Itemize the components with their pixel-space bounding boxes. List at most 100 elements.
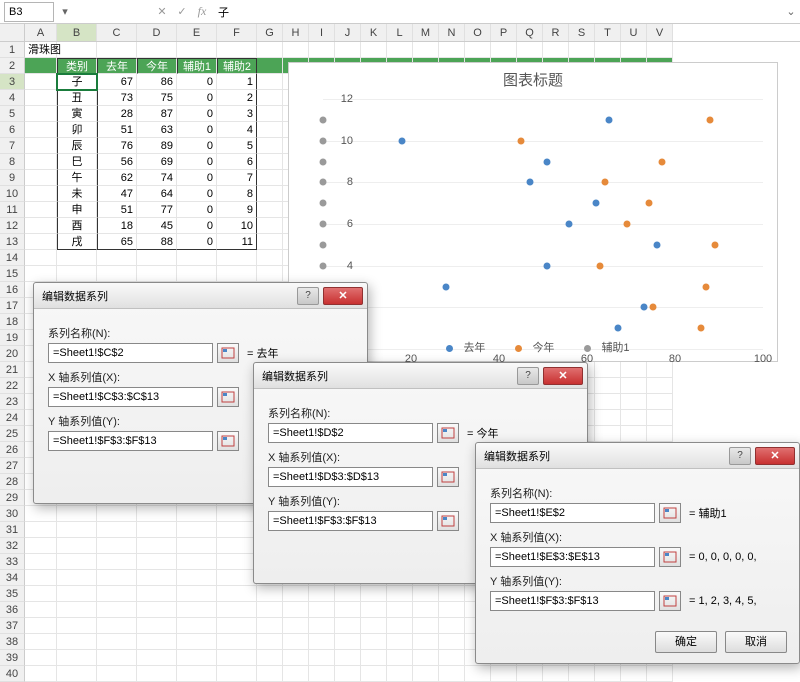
cell[interactable] [647,394,673,410]
series-name-input[interactable]: =Sheet1!$C$2 [48,343,213,363]
col-header-C[interactable]: C [97,24,137,41]
row-header-21[interactable]: 21 [0,362,25,378]
cell[interactable] [25,106,57,122]
cell[interactable] [413,42,439,58]
row-header-37[interactable]: 37 [0,618,25,634]
cell[interactable] [257,234,283,250]
cell[interactable] [257,90,283,106]
cell[interactable]: 1 [217,74,257,90]
cell[interactable] [257,202,283,218]
cell[interactable] [283,650,309,666]
cell[interactable] [177,554,217,570]
x-values-input[interactable]: =Sheet1!$E$3:$E$13 [490,547,655,567]
row-header-36[interactable]: 36 [0,602,25,618]
cell[interactable] [57,538,97,554]
row-header-5[interactable]: 5 [0,106,25,122]
cell[interactable] [217,650,257,666]
cell[interactable] [177,266,217,282]
cell[interactable]: 88 [137,234,177,250]
cell[interactable]: 0 [177,106,217,122]
cell[interactable] [543,666,569,682]
cell[interactable] [621,426,647,442]
cell[interactable]: 未 [57,186,97,202]
cell[interactable]: 5 [217,138,257,154]
cell[interactable] [217,506,257,522]
cell[interactable] [647,410,673,426]
row-header-4[interactable]: 4 [0,90,25,106]
y-values-input[interactable]: =Sheet1!$F$3:$F$13 [268,511,433,531]
cell[interactable] [335,586,361,602]
row-header-6[interactable]: 6 [0,122,25,138]
cell[interactable]: 87 [137,106,177,122]
x-values-input[interactable]: =Sheet1!$C$3:$C$13 [48,387,213,407]
cell[interactable] [595,426,621,442]
cell[interactable] [361,618,387,634]
cell[interactable] [413,650,439,666]
cell[interactable] [137,266,177,282]
row-header-35[interactable]: 35 [0,586,25,602]
cell[interactable] [97,666,137,682]
cell[interactable] [217,42,257,58]
cell[interactable]: 0 [177,154,217,170]
cell[interactable] [25,618,57,634]
cell[interactable] [309,586,335,602]
cell[interactable] [465,42,491,58]
cell[interactable] [97,538,137,554]
cell[interactable] [335,650,361,666]
cell[interactable] [257,74,283,90]
cell[interactable] [57,586,97,602]
cell[interactable] [25,522,57,538]
cell[interactable] [217,554,257,570]
row-header-8[interactable]: 8 [0,154,25,170]
row-header-10[interactable]: 10 [0,186,25,202]
cell[interactable]: 类别 [57,58,97,74]
cell[interactable] [257,42,283,58]
cell[interactable] [57,250,97,266]
cell[interactable] [57,618,97,634]
cell[interactable]: 51 [97,202,137,218]
cell[interactable] [177,570,217,586]
row-header-18[interactable]: 18 [0,314,25,330]
cell[interactable] [491,42,517,58]
name-box-dropdown[interactable]: ▾ [58,5,72,18]
cell[interactable] [137,538,177,554]
cell[interactable] [177,650,217,666]
cell[interactable]: 0 [177,218,217,234]
cell[interactable] [621,410,647,426]
cell[interactable] [361,586,387,602]
cell[interactable] [413,634,439,650]
cell[interactable] [413,586,439,602]
col-header-B[interactable]: B [57,24,97,41]
cell[interactable] [25,90,57,106]
cell[interactable]: 丑 [57,90,97,106]
cell[interactable] [137,42,177,58]
cell[interactable]: 8 [217,186,257,202]
cell[interactable] [595,362,621,378]
col-header-L[interactable]: L [387,24,413,41]
row-header-16[interactable]: 16 [0,282,25,298]
cell[interactable] [217,522,257,538]
cell[interactable] [257,618,283,634]
cell[interactable]: 午 [57,170,97,186]
cell[interactable]: 56 [97,154,137,170]
cell[interactable] [217,634,257,650]
col-header-Q[interactable]: Q [517,24,543,41]
cell[interactable] [137,602,177,618]
row-header-19[interactable]: 19 [0,330,25,346]
cell[interactable] [413,618,439,634]
name-box[interactable]: B3 [4,2,54,22]
cell[interactable] [25,234,57,250]
col-header-N[interactable]: N [439,24,465,41]
cell[interactable] [621,362,647,378]
cell[interactable] [97,618,137,634]
cell[interactable] [57,634,97,650]
cell[interactable] [177,634,217,650]
cell[interactable]: 28 [97,106,137,122]
cell[interactable] [257,122,283,138]
cell[interactable] [621,394,647,410]
fx-icon[interactable]: fx [192,4,212,19]
cell[interactable] [57,42,97,58]
cell[interactable]: 辅助1 [177,58,217,74]
range-picker-button[interactable] [217,387,239,407]
cell[interactable]: 65 [97,234,137,250]
